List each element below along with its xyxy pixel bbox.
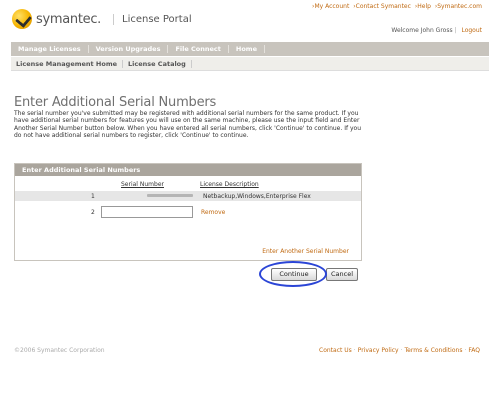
panel-header: Enter Additional Serial Numbers [15, 164, 361, 176]
row-number-1: 1 [91, 193, 95, 200]
footer-separator: · [400, 347, 403, 354]
remove-link[interactable]: Remove [201, 209, 225, 216]
my-account-link[interactable]: ›My Account [312, 3, 349, 10]
footer-contact-us-link[interactable]: Contact Us [319, 347, 352, 354]
top-links: ›My Account ›Contact Symantec ›Help ›Sym… [310, 3, 482, 10]
welcome-text: Welcome John Gross [391, 27, 453, 34]
symantec-logo[interactable]: symantec. [12, 9, 101, 29]
logout-link[interactable]: Logout [461, 27, 482, 34]
masked-serial-number [147, 194, 193, 197]
footer-separator: · [353, 347, 356, 354]
nav-file-connect[interactable]: File Connect [168, 45, 229, 53]
license-description-1: Netbackup,Windows,Enterprise Flex [203, 193, 311, 200]
help-link[interactable]: ›Help [415, 3, 431, 10]
serial-number-panel: Enter Additional Serial Numbers Serial N… [14, 163, 362, 261]
footer-copyright: ©2006 Symantec Corporation [14, 347, 105, 354]
footer-separator: · [464, 347, 467, 354]
nav-manage-licenses[interactable]: Manage Licenses [11, 45, 89, 53]
license-description-column-header: License Description [200, 181, 259, 188]
intro-text: The serial number you've submitted may b… [14, 110, 362, 140]
footer-privacy-policy-link[interactable]: Privacy Policy [358, 347, 399, 354]
welcome-bar: Welcome John Gross | Logout [391, 27, 482, 34]
portal-title: License Portal [113, 14, 192, 25]
footer-links: Contact Us · Privacy Policy · Terms & Condit… [319, 347, 480, 354]
footer-terms-link[interactable]: Terms & Conditions [405, 347, 463, 354]
cancel-button[interactable]: Cancel [326, 268, 358, 281]
welcome-separator: | [454, 27, 457, 34]
nav-home[interactable]: Home [229, 45, 265, 53]
enter-another-serial-link[interactable]: Enter Another Serial Number [262, 248, 349, 255]
symantec-logo-icon [12, 9, 32, 29]
symantec-com-link[interactable]: ›Symantec.com [435, 3, 482, 10]
serial-number-input[interactable] [101, 206, 193, 218]
contact-symantec-link[interactable]: ›Contact Symantec [353, 3, 411, 10]
row-number-2: 2 [91, 209, 95, 216]
logo-text: symantec. [36, 11, 102, 27]
nav-license-catalog[interactable]: License Catalog [123, 59, 192, 68]
nav-license-management-home[interactable]: License Management Home [11, 59, 123, 68]
nav-version-upgrades[interactable]: Version Upgrades [89, 45, 169, 53]
continue-button[interactable]: Continue [271, 268, 317, 281]
page-title: Enter Additional Serial Numbers [14, 95, 217, 110]
serial-number-column-header: Serial Number [121, 181, 164, 188]
primary-nav: Manage Licenses Version Upgrades File Co… [11, 42, 489, 56]
footer-faq-link[interactable]: FAQ [468, 347, 480, 354]
secondary-nav: License Management Home License Catalog [11, 57, 489, 71]
